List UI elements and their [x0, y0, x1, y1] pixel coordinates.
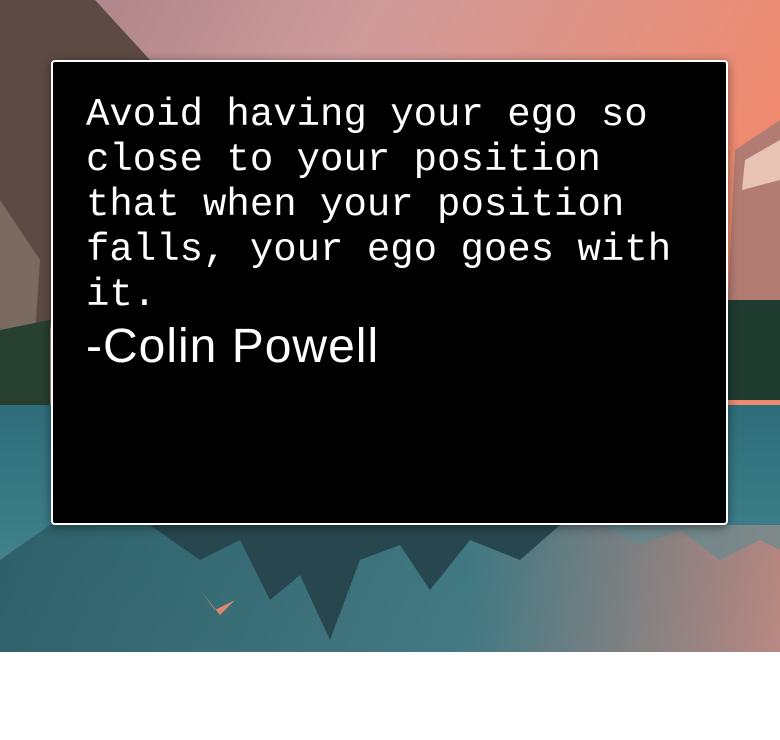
- page: Avoid having your ego so close to your p…: [0, 0, 780, 740]
- quote-text: Avoid having your ego so close to your p…: [86, 93, 672, 317]
- quote-card: Avoid having your ego so close to your p…: [51, 60, 728, 525]
- quote-author: -Colin Powell: [86, 320, 380, 373]
